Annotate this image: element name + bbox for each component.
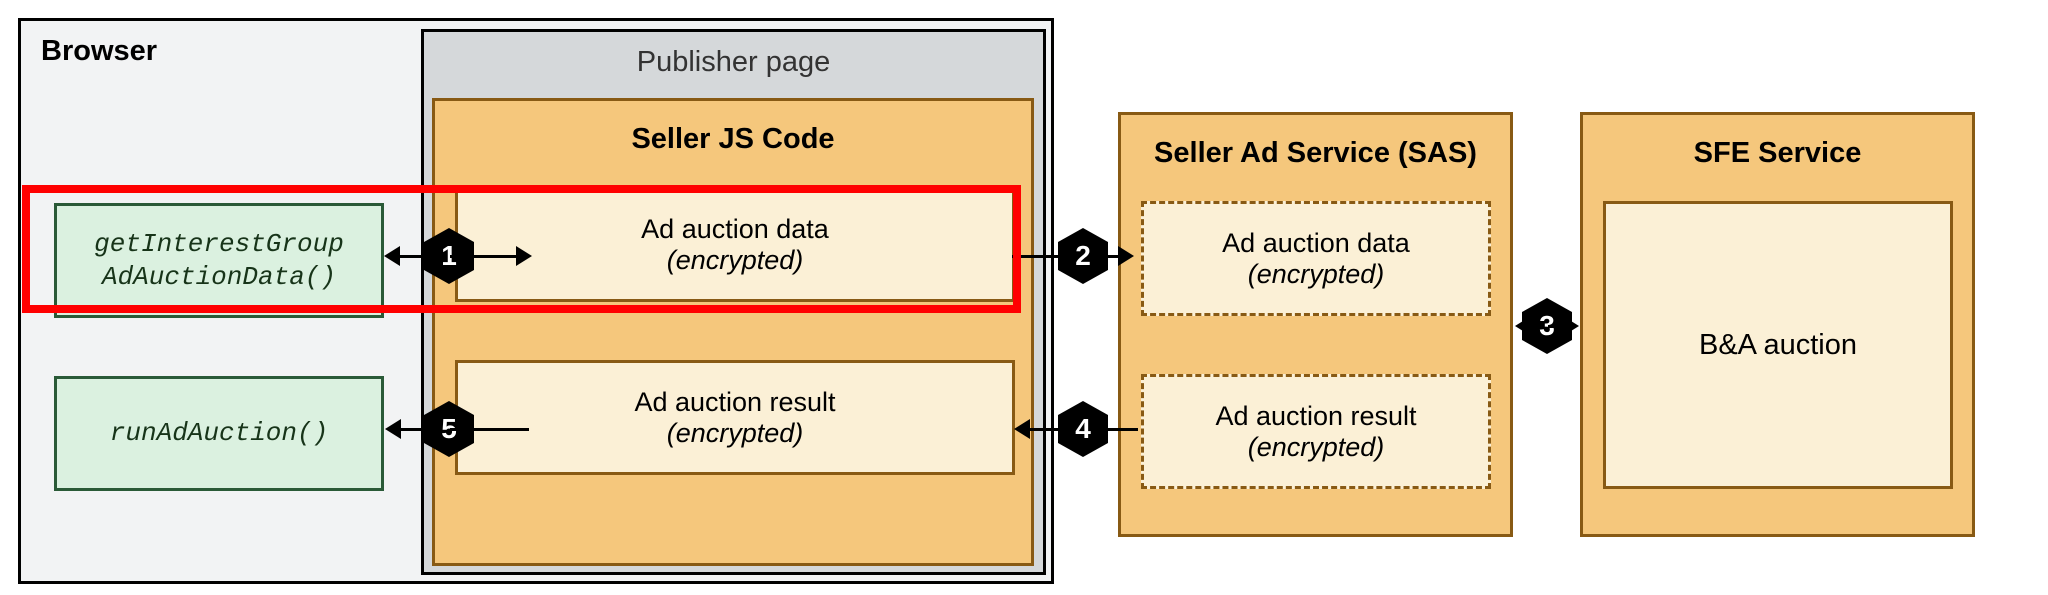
seller-js-result-line2: (encrypted) <box>667 418 804 449</box>
sas-title: Seller Ad Service (SAS) <box>1121 137 1510 170</box>
sfe-auction-label: B&A auction <box>1699 329 1857 362</box>
publisher-page-title: Publisher page <box>424 46 1043 79</box>
seller-js-result-line1: Ad auction result <box>634 387 835 418</box>
diagram-canvas: Browser Publisher page Seller JS Code Ad… <box>0 0 2048 595</box>
sas-auction-data-box: Ad auction data (encrypted) <box>1141 201 1491 316</box>
browser-title: Browser <box>41 35 157 68</box>
arrow-1-left-head <box>384 246 400 266</box>
api-get-interest-group: getInterestGroup AdAuctionData() <box>54 203 384 318</box>
seller-js-auction-data-line1: Ad auction data <box>641 214 829 245</box>
arrow-2-head <box>1118 246 1134 266</box>
api-run-ad-auction: runAdAuction() <box>54 376 384 491</box>
seller-js-auction-result-box: Ad auction result (encrypted) <box>455 360 1015 475</box>
arrow-4-head <box>1014 419 1030 439</box>
arrow-1-right-head <box>516 246 532 266</box>
sas-data-line2: (encrypted) <box>1248 259 1385 290</box>
seller-js-panel: Seller JS Code Ad auction data (encrypte… <box>432 98 1034 566</box>
sas-result-line1: Ad auction result <box>1215 401 1416 432</box>
browser-container: Browser Publisher page Seller JS Code Ad… <box>18 18 1054 584</box>
arrow-3-right-head <box>1563 316 1579 336</box>
seller-js-auction-data-box: Ad auction data (encrypted) <box>455 187 1015 302</box>
sfe-auction-box: B&A auction <box>1603 201 1953 489</box>
step-2-badge: 2 <box>1058 228 1108 284</box>
publisher-page-container: Publisher page Seller JS Code Ad auction… <box>421 29 1046 575</box>
seller-js-auction-data-line2: (encrypted) <box>667 245 804 276</box>
arrow-3-line-r <box>1548 325 1563 328</box>
sfe-title: SFE Service <box>1583 137 1972 170</box>
arrow-1-line-r <box>450 255 516 258</box>
sfe-panel: SFE Service B&A auction <box>1580 112 1975 537</box>
sas-panel: Seller Ad Service (SAS) Ad auction data … <box>1118 112 1513 537</box>
step-4-badge: 4 <box>1058 401 1108 457</box>
sas-data-line1: Ad auction data <box>1222 228 1410 259</box>
sas-result-line2: (encrypted) <box>1248 432 1385 463</box>
sas-auction-result-box: Ad auction result (encrypted) <box>1141 374 1491 489</box>
arrow-5-line-r <box>450 428 529 431</box>
arrow-5-head <box>385 419 401 439</box>
seller-js-title: Seller JS Code <box>435 123 1031 156</box>
